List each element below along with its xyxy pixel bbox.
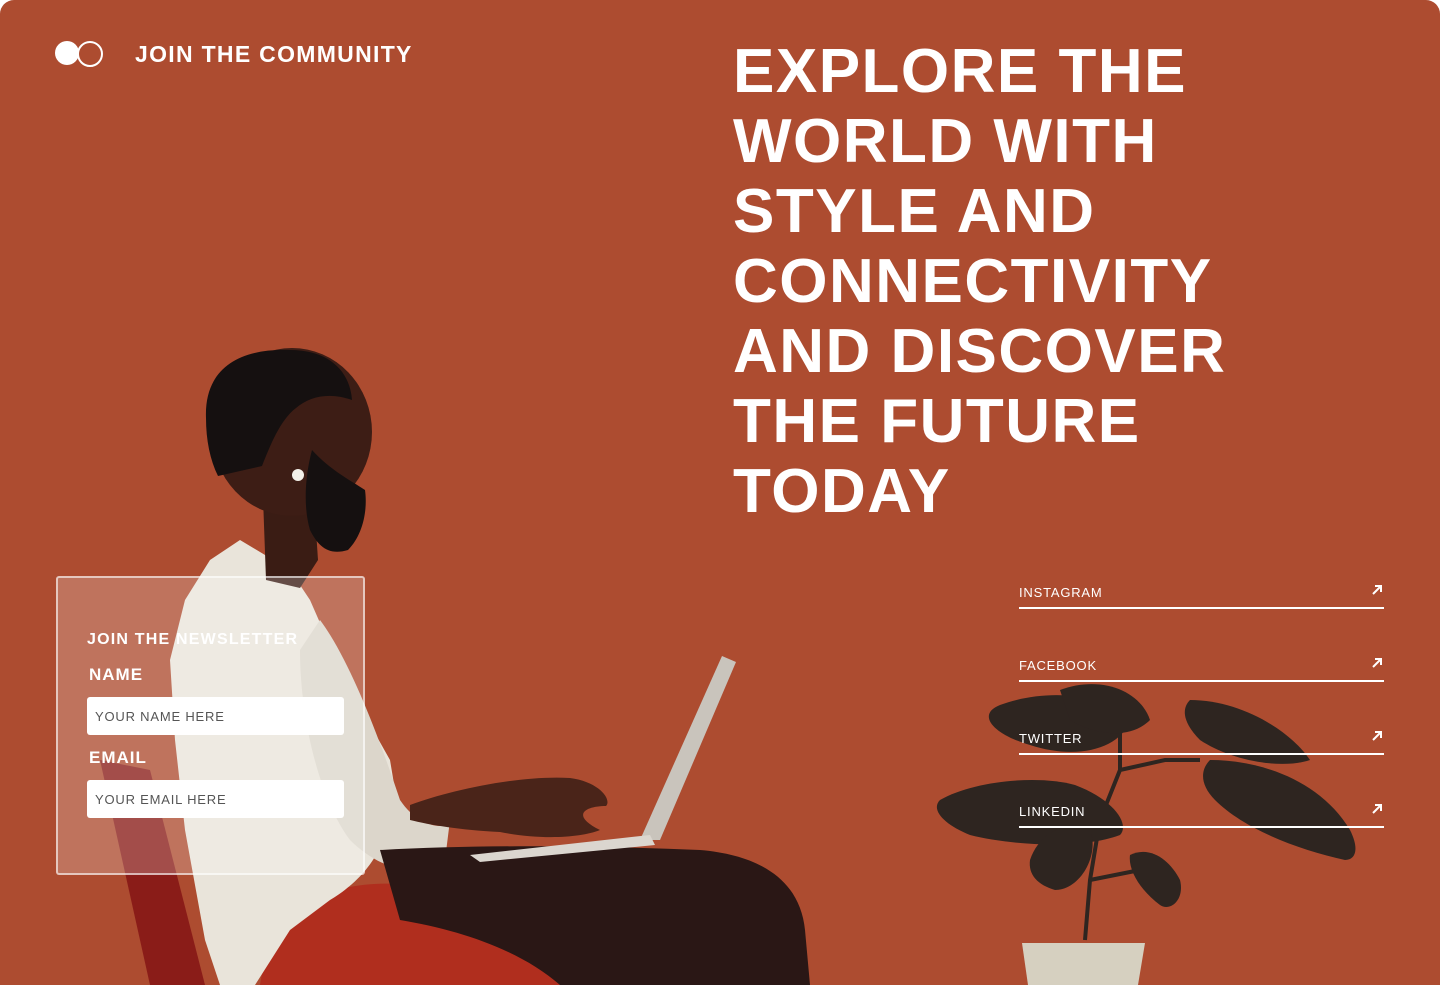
- arrow-up-right-icon: [1372, 804, 1382, 814]
- logo-outlined-circle: [77, 41, 103, 67]
- two-circles-logo-icon: [55, 40, 103, 68]
- site-title[interactable]: JOIN THE COMMUNITY: [135, 41, 413, 68]
- arrow-up-right-icon: [1372, 731, 1382, 741]
- arrow-up-right-icon: [1372, 585, 1382, 595]
- newsletter-title: JOIN THE NEWSLETTER: [87, 631, 299, 648]
- social-link-instagram[interactable]: INSTAGRAM: [1019, 583, 1384, 609]
- social-link-facebook[interactable]: FACEBOOK: [1019, 656, 1384, 682]
- social-label: LINKEDIN: [1019, 804, 1086, 819]
- laptop-screen: [640, 656, 736, 840]
- social-links: INSTAGRAM FACEBOOK TWITTER LINKEDIN: [1019, 583, 1384, 875]
- email-input[interactable]: [87, 780, 344, 818]
- header-brand[interactable]: JOIN THE COMMUNITY: [55, 40, 413, 68]
- logo-filled-circle: [55, 41, 79, 65]
- hero-headline: EXPLORE THE WORLD WITH STYLE AND CONNECT…: [733, 37, 1227, 526]
- arrow-up-right-icon: [1372, 658, 1382, 668]
- social-label: TWITTER: [1019, 731, 1083, 746]
- social-link-linkedin[interactable]: LINKEDIN: [1019, 802, 1384, 828]
- earring: [292, 469, 304, 481]
- page-frame: JOIN THE COMMUNITY EXPLORE THE WORLD WIT…: [0, 0, 1440, 985]
- email-label: EMAIL: [89, 748, 147, 767]
- social-label: INSTAGRAM: [1019, 585, 1103, 600]
- social-link-twitter[interactable]: TWITTER: [1019, 729, 1384, 755]
- name-label: NAME: [89, 665, 144, 684]
- plant-pot: [1022, 943, 1145, 985]
- newsletter-form: JOIN THE NEWSLETTER NAME EMAIL: [56, 576, 365, 875]
- name-input[interactable]: [87, 697, 344, 735]
- social-label: FACEBOOK: [1019, 658, 1097, 673]
